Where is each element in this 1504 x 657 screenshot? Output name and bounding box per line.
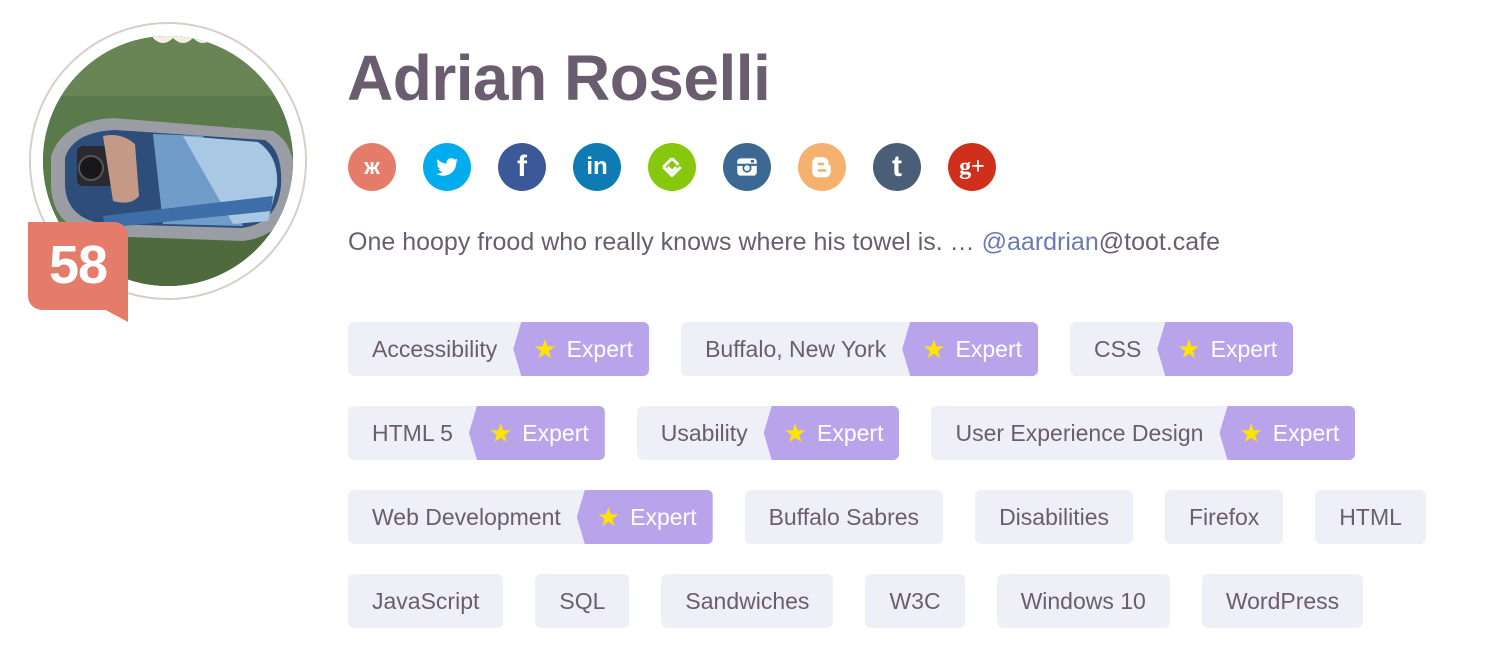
topic-tag[interactable]: CSS ★ Expert [1070,322,1294,376]
star-icon: ★ [596,502,621,532]
score-value: 58 [48,235,108,295]
tag-row: HTML 5 ★ Expert Usability ★ Expert User Experi… [348,406,1498,460]
blogger-icon [812,157,831,178]
topic-tag-label: Usability [660,419,748,446]
topic-tag[interactable]: W3C [865,574,965,628]
linkedin-link[interactable]: in [573,143,621,191]
expert-badge: ★ Expert [1157,322,1294,376]
score-bubble-tail [102,308,128,322]
twitter-icon [436,158,459,176]
topic-tag-label: Windows 10 [1020,587,1146,614]
topic-tag-label: Firefox [1189,503,1260,530]
expert-label: Expert [522,419,589,446]
google-plus-link[interactable]: g+ [948,143,996,191]
topic-tag-label: JavaScript [372,587,480,614]
star-icon: ★ [488,418,513,448]
expert-badge: ★ Expert [1219,406,1356,460]
tag-row: Accessibility ★ Expert Buffalo, New York ★ Ex… [348,322,1498,376]
expert-label: Expert [816,419,884,446]
topic-tag-label: Disabilities [999,503,1109,530]
expert-label: Expert [566,335,634,362]
topic-tag-label: CSS [1094,335,1142,362]
topic-tag[interactable]: User Experience Design ★ Expert [931,406,1356,460]
topic-tag-label: Buffalo Sabres [768,503,920,530]
expert-label: Expert [1272,419,1340,446]
topic-tag[interactable]: Disabilities [975,490,1133,544]
expert-badge: ★ Expert [902,322,1038,376]
tumblr-link[interactable]: t [873,143,921,191]
facebook-link[interactable]: f [498,143,546,191]
star-icon: ★ [783,418,807,448]
instagram-link[interactable] [723,143,771,191]
topic-tag-label: SQL [559,587,606,614]
expert-label: Expert [630,503,697,530]
google-plus-icon: g+ [959,154,985,180]
star-icon: ★ [1239,418,1263,448]
expert-badge: ★ Expert [576,490,713,544]
feedly-icon [662,157,682,178]
topic-tags: Accessibility ★ Expert Buffalo, New York ★ Ex… [348,322,1498,657]
profile-name: Adrian Roselli [347,42,771,114]
topic-tag-label: HTML [1339,503,1402,530]
topic-tag[interactable]: JavaScript [348,574,504,628]
tag-row: JavaScript SQL Sandwiches W3C Windows 10 Word… [348,574,1498,628]
topic-tag-label: User Experience Design [955,419,1204,446]
star-icon: ★ [922,334,946,364]
topic-tag[interactable]: HTML [1315,490,1426,544]
feedly-link[interactable] [648,143,696,191]
topic-tag-label: Buffalo, New York [705,335,887,362]
topic-tag-label: W3C [889,587,941,614]
topic-tag[interactable]: SQL [535,574,630,628]
klout-link[interactable]: ж [348,143,396,191]
topic-tag-label: HTML 5 [372,419,453,446]
topic-tag[interactable]: Usability ★ Expert [636,406,900,460]
score-badge: 58 [28,222,128,322]
twitter-link[interactable] [423,143,471,191]
expert-label: Expert [1210,335,1278,362]
bio-mention-link[interactable]: @aardrian [982,228,1099,256]
expert-badge: ★ Expert [763,406,900,460]
bio-suffix: @toot.cafe [1098,228,1221,256]
bio-text: One hoopy frood who really knows where h… [348,228,982,256]
tag-row: Web Development ★ Expert Buffalo Sabres Disa… [348,490,1498,544]
topic-tag[interactable]: Buffalo Sabres [744,490,944,544]
topic-tag[interactable]: Buffalo, New York ★ Expert [681,322,1038,376]
klout-icon: ж [364,154,380,179]
star-icon: ★ [533,334,557,364]
topic-tag[interactable]: HTML 5 ★ Expert [348,406,605,460]
topic-tag-label: Sandwiches [685,587,810,614]
linkedin-icon: in [586,153,608,180]
expert-label: Expert [955,335,1022,362]
topic-tag-label: Accessibility [372,335,498,362]
bio: One hoopy frood who really knows where h… [348,225,1220,259]
expert-badge: ★ Expert [468,406,605,460]
topic-tag[interactable]: Accessibility ★ Expert [348,322,650,376]
star-icon: ★ [1177,334,1201,364]
tumblr-icon: t [892,150,902,183]
topic-tag[interactable]: Web Development ★ Expert [348,490,713,544]
facebook-icon: f [517,150,527,183]
topic-tag[interactable]: Windows 10 [996,574,1170,628]
social-links: ж f in t g+ [348,143,996,191]
instagram-icon [737,158,757,176]
topic-tag[interactable]: Firefox [1165,490,1284,544]
topic-tag-label: WordPress [1225,587,1340,614]
blogger-link[interactable] [798,143,846,191]
topic-tag-label: Web Development [372,503,561,530]
expert-badge: ★ Expert [513,322,650,376]
topic-tag[interactable]: WordPress [1201,574,1364,628]
topic-tag[interactable]: Sandwiches [661,574,834,628]
